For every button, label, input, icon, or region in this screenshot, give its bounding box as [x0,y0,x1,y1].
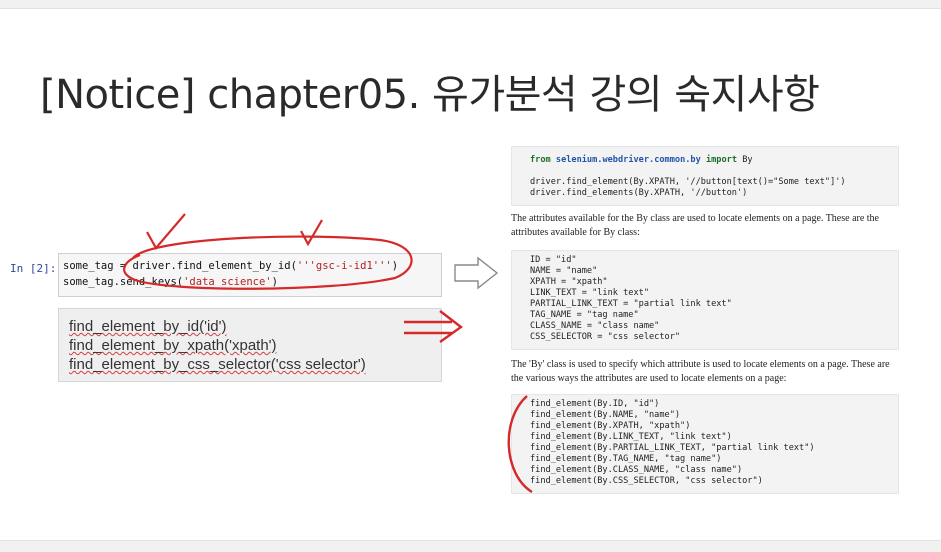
attribute-line: ID = "id" [530,255,577,265]
keyword: from [530,155,551,165]
checkmark-icon [146,213,186,250]
attribute-line: TAG_NAME = "tag name" [530,310,639,320]
keyword: import [705,155,737,165]
find-call-line: find_element(By.XPATH, "xpath") [530,421,691,431]
find-call-line: find_element(By.NAME, "name") [530,410,681,420]
attributes-code-block: ID = "id" NAME = "name" XPATH = "xpath" … [511,250,899,350]
attribute-line: XPATH = "xpath" [530,277,608,287]
attribute-line: CLASS_NAME = "class name" [530,321,660,331]
doc-paragraph: The 'By' class is used to specify which … [511,359,890,384]
code-line-1: some_tag = driver.find_element_by_id('''… [63,260,398,272]
find-call-line: find_element(By.ID, "id") [530,399,660,409]
code-text: some_tag.send_keys( [63,276,184,288]
find-call-line: find_element(By.TAG_NAME, "tag name") [530,454,722,464]
code-line-2: some_tag.send_keys('data science') [63,276,278,288]
find-call-line: find_element(By.PARTIAL_LINK_TEXT, "part… [530,443,815,453]
import-code-block: from selenium.webdriver.common.by import… [511,146,899,206]
bottom-toolbar-strip [0,540,941,552]
xpath-line: driver.find_elements(By.XPATH, '//button… [530,188,748,198]
method-item: find_element_by_id('id') [69,318,227,335]
find-call-line: find_element(By.LINK_TEXT, "link text") [530,432,732,442]
find-call-line: find_element(By.CLASS_NAME, "class name"… [530,465,743,475]
attribute-line: PARTIAL_LINK_TEXT = "partial link text" [530,299,732,309]
code-string: 'data science' [183,276,272,288]
code-text: ) [391,260,399,272]
import-line: from selenium.webdriver.common.by import… [530,155,753,165]
code-string: '''gsc-i-id1''' [296,260,392,272]
methods-box: find_element_by_id('id') find_element_by… [58,308,442,382]
module-name: selenium.webdriver.common.by [555,155,701,165]
checkmark-icon [300,219,323,247]
xpath-line: driver.find_element(By.XPATH, '//button[… [530,177,846,187]
code-cell[interactable]: some_tag = driver.find_element_by_id('''… [58,253,442,297]
code-text: ) [271,276,278,288]
method-item: find_element_by_xpath('xpath') [69,337,277,354]
attribute-line: NAME = "name" [530,266,598,276]
cell-prompt: In [2]: [10,262,57,275]
doc-paragraph: The attributes available for the By clas… [511,213,879,238]
import-name: By [742,155,753,165]
attribute-line: LINK_TEXT = "link text" [530,288,649,298]
code-text: some_tag = driver.find_element_by_id( [63,260,297,272]
method-item: find_element_by_css_selector('css select… [69,356,366,373]
slide-title: [Notice] chapter05. 유가분석 강의 숙지사항 [40,72,820,118]
right-arrow-icon [454,256,499,290]
top-toolbar-strip [0,0,941,9]
find-call-line: find_element(By.CSS_SELECTOR, "css selec… [530,476,763,486]
find-element-code-block: find_element(By.ID, "id") find_element(B… [511,394,899,494]
documentation-panel: from selenium.webdriver.common.by import… [508,146,899,498]
attribute-line: CSS_SELECTOR = "css selector" [530,332,681,342]
